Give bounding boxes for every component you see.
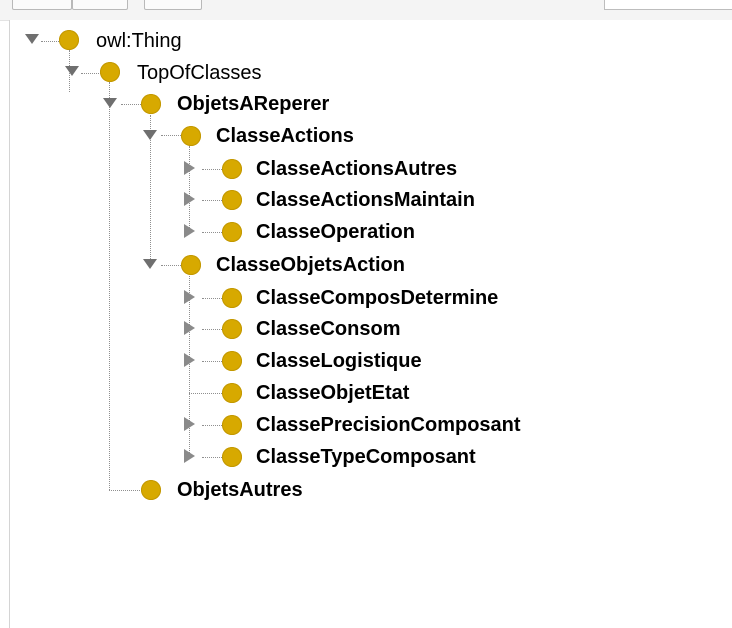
class-tree[interactable]: owl:Thing TopOfClasses ObjetsAReperer Cl… (9, 20, 732, 628)
tree-guide-line (202, 329, 222, 330)
owl-class-icon (181, 255, 201, 275)
expand-toggle-icon[interactable] (65, 64, 79, 78)
owl-class-icon (222, 351, 242, 371)
expand-toggle-icon[interactable] (25, 32, 39, 46)
tree-guide-line (189, 393, 222, 394)
tree-guide-line (41, 41, 59, 42)
tree-node-label[interactable]: owl:Thing (96, 29, 182, 53)
tree-node-label[interactable]: ClasseLogistique (256, 349, 422, 373)
owl-class-icon (222, 159, 242, 179)
tree-guide-line (121, 104, 141, 105)
tree-guide-line (81, 73, 101, 74)
owl-class-icon (59, 30, 79, 50)
toolbar-button[interactable] (12, 0, 72, 10)
tree-guide-line (161, 135, 181, 136)
owl-class-icon (222, 447, 242, 467)
tree-node-label[interactable]: ClasseTypeComposant (256, 445, 476, 469)
owl-class-icon (222, 383, 242, 403)
tree-guide-line (202, 298, 222, 299)
owl-class-icon (222, 222, 242, 242)
owl-class-icon (222, 415, 242, 435)
tree-guide-line (161, 265, 181, 266)
tree-node-label[interactable]: ClasseOperation (256, 220, 415, 244)
tree-guide-line (202, 361, 222, 362)
ontology-class-hierarchy-window: owl:Thing TopOfClasses ObjetsAReperer Cl… (0, 0, 732, 628)
tree-guide-line (202, 425, 222, 426)
collapsed-toggle-icon[interactable] (182, 161, 196, 175)
owl-class-icon (141, 94, 161, 114)
owl-class-icon (222, 319, 242, 339)
collapsed-toggle-icon[interactable] (182, 290, 196, 304)
tree-guide-line (189, 146, 190, 234)
tree-node-label[interactable]: ClasseActions (216, 124, 354, 148)
owl-class-icon (222, 190, 242, 210)
collapsed-toggle-icon[interactable] (182, 224, 196, 238)
toolbar-button[interactable] (72, 0, 128, 10)
expand-toggle-icon[interactable] (143, 257, 157, 271)
owl-class-icon (100, 62, 120, 82)
search-input[interactable] (604, 0, 732, 10)
tree-node-label[interactable]: ObjetsAutres (177, 478, 303, 502)
toolbar (0, 0, 732, 21)
tree-guide-line (109, 82, 110, 490)
collapsed-toggle-icon[interactable] (182, 353, 196, 367)
tree-node-label[interactable]: ClasseActionsAutres (256, 157, 457, 181)
owl-class-icon (141, 480, 161, 500)
expand-toggle-icon[interactable] (103, 96, 117, 110)
tree-node-label[interactable]: ObjetsAReperer (177, 92, 329, 116)
tree-node-label[interactable]: ClasseObjetsAction (216, 253, 405, 277)
tree-guide-line (202, 169, 222, 170)
toolbar-button[interactable] (144, 0, 202, 10)
expand-toggle-icon[interactable] (143, 128, 157, 142)
tree-node-label[interactable]: ClasseActionsMaintain (256, 188, 475, 212)
tree-node-label[interactable]: ClasseConsom (256, 317, 401, 341)
tree-node-label[interactable]: ClasseObjetEtat (256, 381, 409, 405)
tree-node-label[interactable]: ClasseComposDetermine (256, 286, 498, 310)
collapsed-toggle-icon[interactable] (182, 449, 196, 463)
tree-guide-line (202, 232, 222, 233)
tree-guide-line (202, 457, 222, 458)
tree-guide-line (109, 490, 142, 491)
collapsed-toggle-icon[interactable] (182, 417, 196, 431)
tree-guide-line (202, 200, 222, 201)
owl-class-icon (181, 126, 201, 146)
collapsed-toggle-icon[interactable] (182, 321, 196, 335)
tree-node-label[interactable]: TopOfClasses (137, 61, 262, 85)
tree-node-label[interactable]: ClassePrecisionComposant (256, 413, 521, 437)
collapsed-toggle-icon[interactable] (182, 192, 196, 206)
owl-class-icon (222, 288, 242, 308)
